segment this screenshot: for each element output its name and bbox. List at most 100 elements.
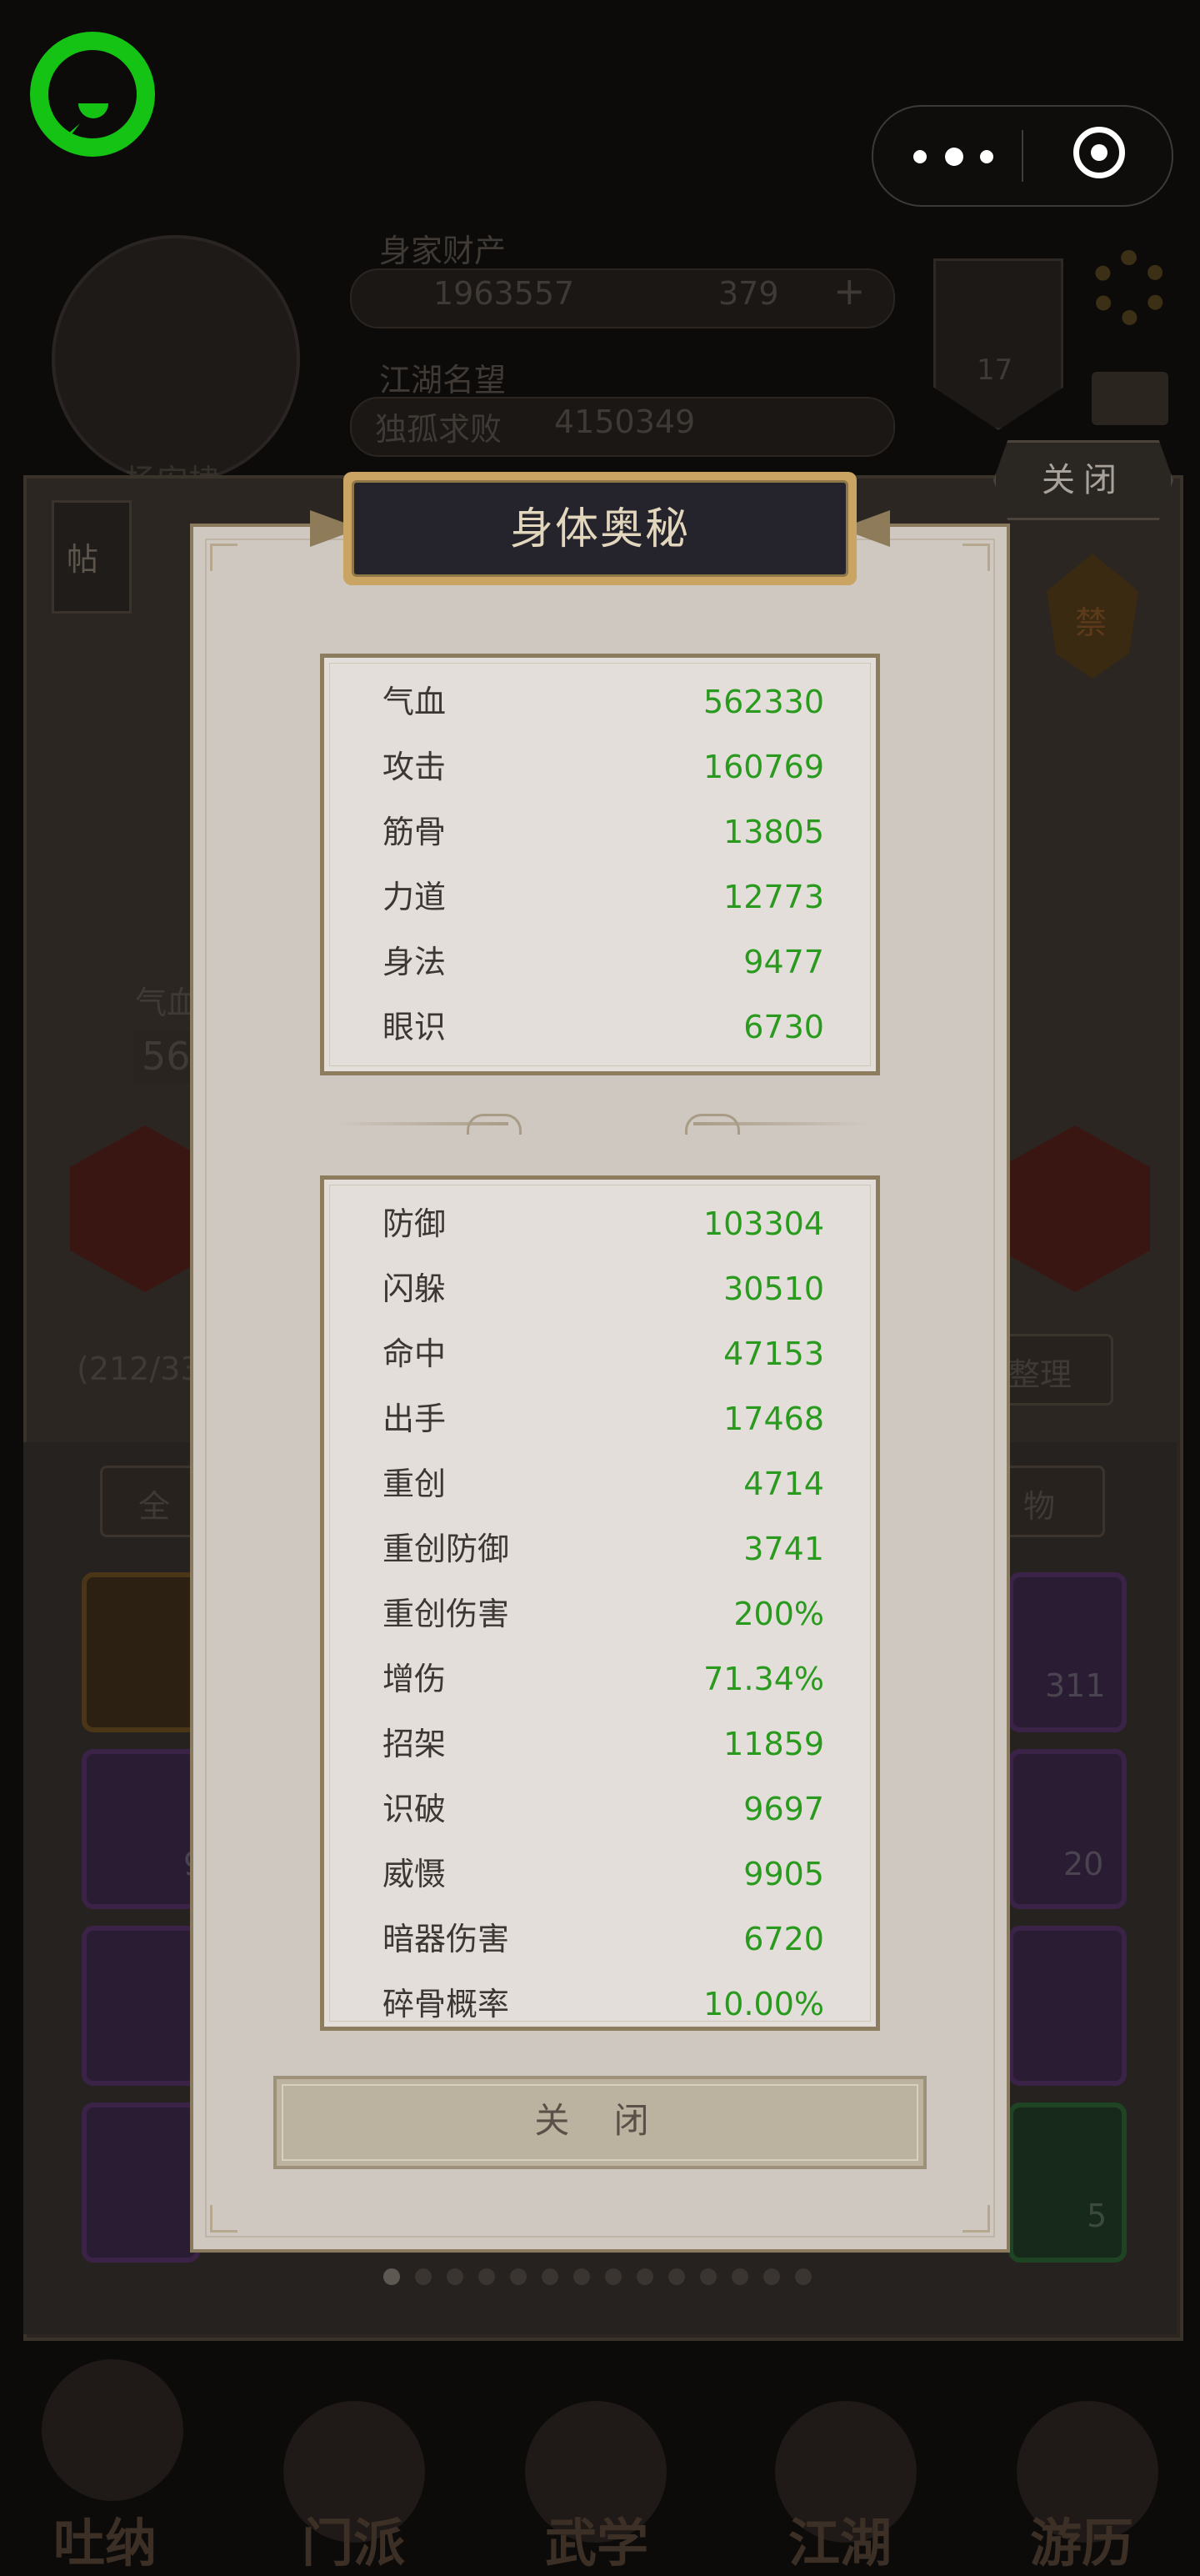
stat-label: 防御 [382,1205,447,1242]
stat-label: 闪躲 [382,1270,447,1307]
stat-label: 增伤 [382,1661,447,1697]
modal-close-button[interactable]: 关 闭 [273,2076,927,2169]
inventory-slot[interactable] [1008,2102,1127,2263]
stat-label: 暗器伤害 [382,1921,510,1957]
filter-all-label: 全 [138,1488,171,1525]
stat-value: 10.00% [703,1986,824,2022]
wechat-logo-icon [30,32,155,157]
gems-value: 379 [718,275,779,312]
nav-sect-label: 门派 [302,2513,406,2573]
secondary-stats-box[interactable]: 防御 103304 闪躲 30510 命中 47153 出手 17468 重创 … [320,1175,880,2031]
inventory-slot[interactable] [1008,1572,1127,1732]
stat-row: 识破 9697 [382,1777,824,1842]
modal-title: 身体奥秘 [509,504,690,554]
page-dot[interactable] [542,2268,558,2285]
level-value: 17 [977,353,1013,387]
outer-close-button[interactable]: 关闭 [993,440,1173,520]
stat-row: 筋骨 13805 [382,799,824,865]
stat-label: 攻击 [382,749,447,785]
stat-value: 200% [733,1596,824,1632]
page-dot[interactable] [510,2268,527,2285]
stat-label: 气血 [382,684,447,720]
inventory-slot[interactable] [82,1572,200,1732]
inventory-slot[interactable] [82,2102,200,2263]
page-dot[interactable] [415,2268,432,2285]
stat-value: 160769 [702,749,824,785]
nav-breathe-icon[interactable] [42,2359,183,2501]
page-dot[interactable] [795,2268,812,2285]
stat-row: 气血 562330 [382,669,824,734]
player-avatar [52,235,300,484]
hp-label: 气血 [135,985,199,1021]
page-dot[interactable] [447,2268,463,2285]
primary-stats-box: 气血 562330 攻击 160769 筋骨 13805 力道 12773 身法… [320,654,880,1075]
settings-gear-icon[interactable] [1092,250,1167,325]
stat-value: 562330 [702,684,824,720]
stat-row: 身法 9477 [382,930,824,995]
stat-value: 17468 [723,1401,824,1437]
stat-value: 4714 [743,1466,824,1502]
more-dots-icon[interactable] [913,143,997,168]
stat-label: 筋骨 [382,814,447,850]
page-dot[interactable] [700,2268,717,2285]
stat-label: 碎骨概率 [382,1986,510,2022]
player-title: 独孤求败 [375,411,502,448]
modal-title-plate: 身体奥秘 [343,472,857,585]
slot-count: 20 [1063,1846,1104,1882]
stat-value: 12773 [723,879,824,915]
filter-item-label: 物 [1023,1488,1056,1525]
stat-value: 6720 [743,1921,824,1957]
stat-value: 13805 [723,814,824,850]
page-dot[interactable] [763,2268,780,2285]
page-dot[interactable] [637,2268,653,2285]
stat-value: 3741 [743,1531,824,1567]
stat-row: 招架 11859 [382,1711,824,1777]
page-dot[interactable] [383,2268,400,2285]
stat-label: 力道 [382,879,447,915]
nav-travel-label: 游历 [1030,2513,1134,2573]
inventory-slot[interactable] [82,1749,200,1909]
stat-value: 9905 [743,1856,824,1892]
stat-value: 103304 [702,1205,824,1242]
slot-count: 5 [1087,2198,1108,2234]
stat-row: 攻击 160769 [382,734,824,799]
stat-value: 71.34% [703,1661,824,1697]
nav-martial-label: 武学 [545,2513,649,2573]
inventory-slot[interactable] [82,1926,200,2086]
page-dot[interactable] [605,2268,622,2285]
stat-label: 威慑 [382,1856,447,1892]
coins-value: 1963557 [433,275,575,312]
add-currency-button[interactable]: + [833,268,866,313]
inventory-slot[interactable] [1008,1926,1127,2086]
mail-icon[interactable] [1092,372,1168,425]
stat-label: 重创防御 [382,1531,510,1567]
stat-row: 命中 47153 [382,1321,824,1386]
stat-value: 47153 [723,1336,824,1372]
stat-label: 招架 [382,1726,447,1762]
stat-row: 重创 4714 [382,1451,824,1516]
page-dot[interactable] [573,2268,590,2285]
inventory-slot[interactable] [1008,1749,1127,1909]
page-dot[interactable] [732,2268,748,2285]
wealth-label: 身家财产 [379,233,507,269]
stat-row: 力道 12773 [382,865,824,930]
stat-row: 出手 17468 [382,1386,824,1451]
modal-close-label: 关 闭 [534,2100,666,2141]
stat-value: 9477 [743,944,824,980]
stat-row: 眼识 6730 [382,995,824,1060]
ban-label: 禁 [1075,604,1108,641]
stat-label: 身法 [382,944,447,980]
stat-row: 暗器伤害 6720 [382,1907,824,1972]
capsule-divider [1022,130,1023,182]
fame-label: 江湖名望 [379,362,507,398]
organize-label: 整理 [1008,1356,1072,1393]
divider-ornament-left [467,1114,522,1135]
stat-value: 9697 [743,1791,824,1827]
stat-label: 眼识 [382,1009,447,1045]
target-close-icon[interactable] [1073,127,1125,178]
stat-value: 30510 [723,1270,824,1307]
stat-label: 出手 [382,1401,447,1437]
page-dot[interactable] [478,2268,495,2285]
stat-value: 6730 [743,1009,824,1045]
page-dot[interactable] [668,2268,685,2285]
